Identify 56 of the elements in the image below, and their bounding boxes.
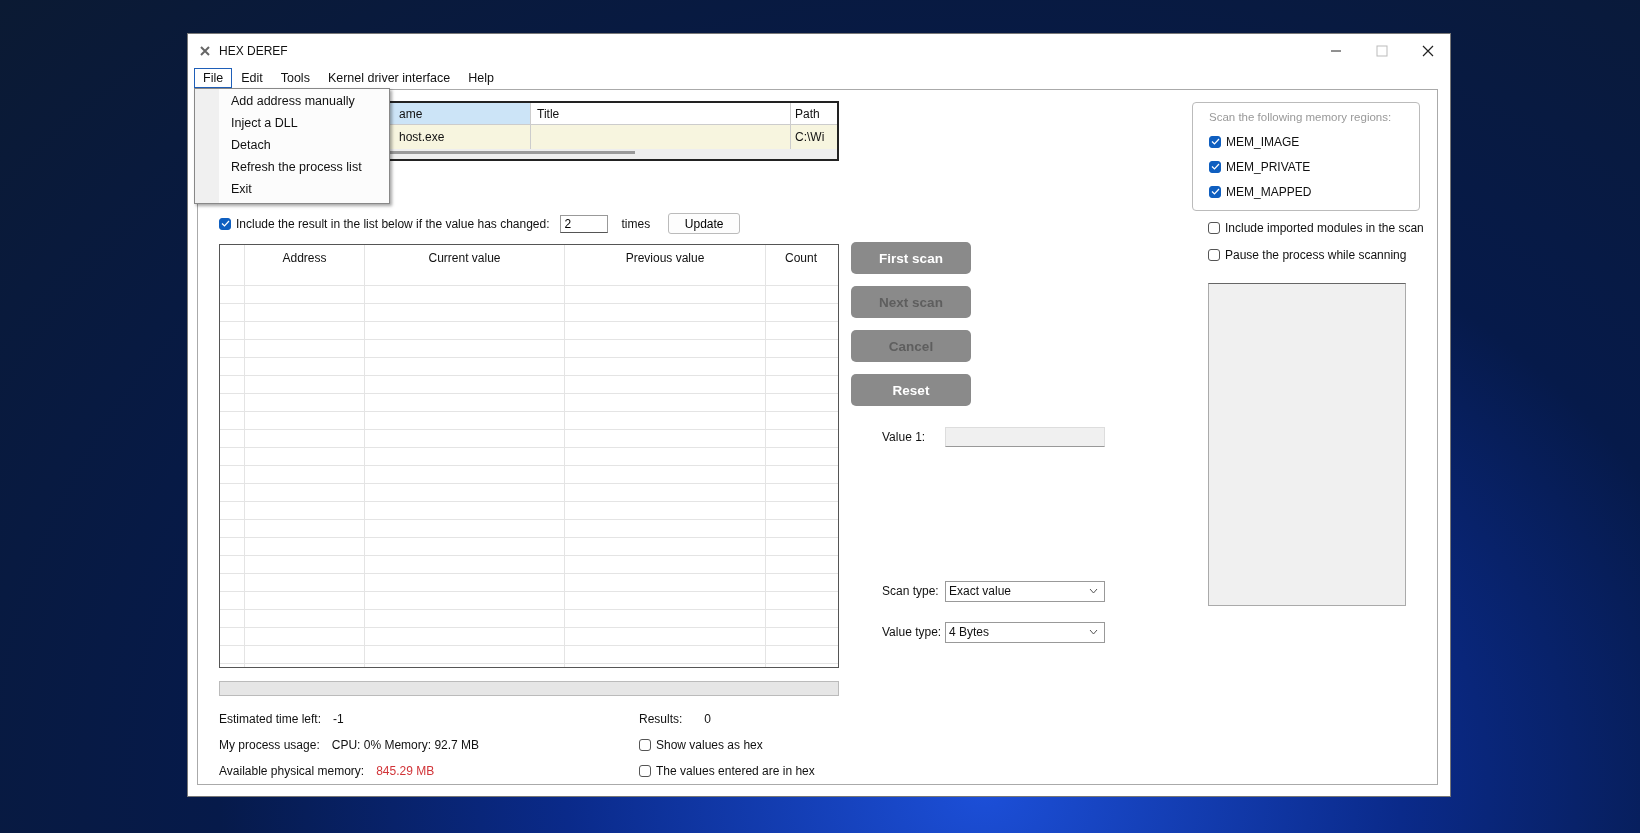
value-input[interactable] — [945, 427, 1105, 447]
dropdown-item[interactable]: Inject a DLL — [195, 113, 389, 135]
column-header[interactable]: Address — [245, 244, 365, 285]
stat-value: CPU: 0% Memory: 92.7 MB — [331, 738, 480, 752]
checkbox-label: Include imported modules in the scan — [1225, 220, 1424, 235]
checkbox[interactable] — [219, 217, 231, 230]
field-label: Value 1: — [882, 430, 927, 444]
group-title: Scan the following memory regions: — [1209, 111, 1393, 123]
results-label: Results: — [639, 712, 683, 726]
close-icon[interactable] — [1422, 45, 1434, 57]
stat-label: Estimated time left: — [219, 712, 322, 726]
column-header[interactable]: Title — [531, 103, 791, 124]
column-header[interactable]: Previous value — [565, 244, 766, 285]
chevron-down-icon — [1089, 629, 1098, 635]
checkbox-label: Pause the process while scanning — [1225, 247, 1407, 262]
app-icon — [200, 46, 210, 56]
menu-item[interactable]: Help — [459, 68, 503, 88]
stat-label: My process usage: — [219, 738, 320, 752]
stat-value: -1 — [333, 712, 344, 726]
field-label: Value type: — [882, 625, 943, 639]
menu-item[interactable]: Tools — [271, 68, 319, 88]
field-label: Scan type: — [882, 584, 940, 598]
checkbox-label: MEM_MAPPED — [1226, 184, 1312, 199]
dropdown-item[interactable]: Exit — [195, 179, 389, 201]
count-input[interactable]: 2 — [559, 214, 608, 233]
value-type-dropdown[interactable]: 4 Bytes — [945, 621, 1105, 643]
table-cell-text: C:\Wi — [794, 129, 826, 146]
dropdown-item[interactable]: Refresh the process list — [195, 157, 389, 179]
menu-item[interactable]: File — [194, 68, 233, 88]
checkbox-label: Show values as hex — [656, 738, 763, 752]
checkbox[interactable] — [639, 765, 651, 777]
window-title: HEX DEREF — [219, 44, 288, 58]
checkbox[interactable] — [1208, 221, 1220, 234]
dropdown-item[interactable]: Add address manually — [195, 91, 389, 113]
unit-label: times — [621, 216, 651, 231]
checkbox-label: MEM_PRIVATE — [1226, 159, 1311, 174]
column-header[interactable]: Path — [791, 103, 837, 124]
checkbox[interactable] — [1209, 160, 1221, 173]
checkbox[interactable] — [639, 739, 651, 751]
checkbox-label: The values entered are in hex — [656, 764, 815, 778]
stat-value: 845.29 MB — [376, 764, 435, 778]
menu-item[interactable]: Edit — [232, 68, 272, 88]
checkbox-label: Include the result in the list below if the value has changed: — [236, 216, 550, 231]
column-header[interactable]: Current value — [365, 244, 565, 285]
results-count: 0 — [704, 712, 712, 726]
checkbox[interactable] — [1209, 185, 1221, 198]
checkbox[interactable] — [1209, 135, 1221, 148]
checkbox-label: MEM_IMAGE — [1226, 134, 1300, 149]
chevron-down-icon — [1089, 588, 1098, 594]
scan-type-dropdown[interactable]: Exact value — [945, 580, 1105, 602]
menu-item[interactable]: Kernel driver interface — [318, 68, 460, 88]
dropdown-item[interactable]: Detach — [195, 135, 389, 157]
update-button[interactable]: Update — [668, 213, 741, 235]
stat-label: Available physical memory: — [219, 764, 365, 778]
column-header[interactable]: Count — [766, 244, 836, 285]
checkbox[interactable] — [1208, 248, 1220, 261]
